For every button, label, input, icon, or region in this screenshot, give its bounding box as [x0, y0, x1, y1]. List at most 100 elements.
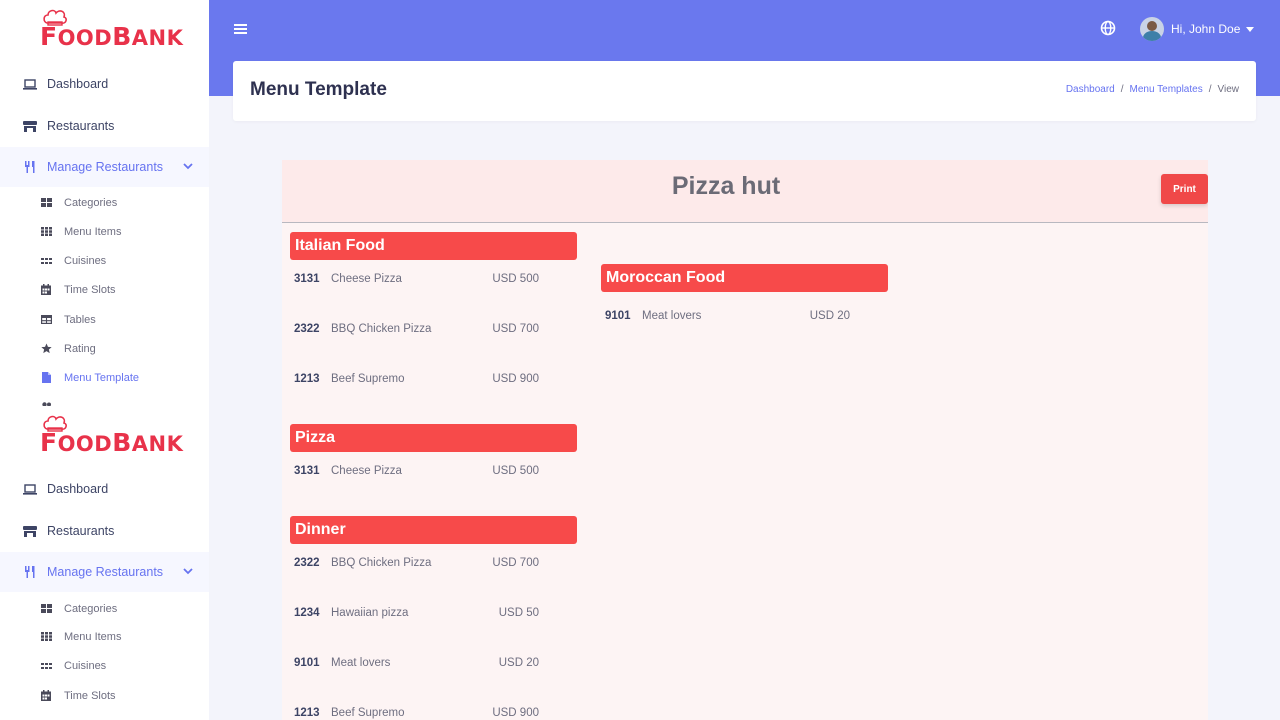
item-price: USD 500 — [492, 465, 539, 477]
sidebar-subitem-time-slots[interactable]: Time Slots — [0, 275, 209, 304]
sidebar-item-dashboard[interactable]: Dashboard — [0, 64, 209, 104]
calendar-icon — [40, 284, 52, 295]
calendar-icon — [40, 690, 52, 701]
sidebar-subitem-label: Tables — [64, 313, 96, 326]
menu-item: 2322 BBQ Chicken Pizza USD 700 — [290, 310, 577, 360]
item-price: USD 700 — [492, 323, 539, 335]
brand-name: FOODBANK — [40, 22, 184, 51]
menu-item: 1213 Beef Supremo USD 900 — [290, 360, 577, 410]
item-price: USD 500 — [492, 273, 539, 285]
hamburger-icon — [234, 24, 247, 34]
store-icon — [22, 525, 38, 537]
sidebar-subitem-label: Menu Template — [64, 371, 140, 384]
menu-item: 9101 Meat lovers USD 20 — [601, 292, 888, 336]
item-code: 9101 — [294, 657, 320, 669]
item-name: Cheese Pizza — [331, 273, 402, 285]
breadcrumb-separator: / — [1120, 84, 1124, 95]
menu-section-italian-food: Italian Food 3131 Cheese Pizza USD 500 2… — [290, 232, 577, 410]
sidebar-subitem-time-slots[interactable]: Time Slots — [0, 681, 209, 710]
utensils-icon — [22, 566, 38, 578]
breadcrumb-separator: / — [1208, 84, 1212, 95]
menu-toggle-button[interactable] — [234, 20, 248, 38]
laptop-icon — [22, 483, 38, 495]
sidebar-item-label: Restaurants — [47, 524, 115, 538]
sidebar-subitem-label: Cuisines — [64, 254, 107, 267]
sidebar-subitem-categories[interactable]: Categories — [0, 188, 209, 217]
menu-item: 1234 Hawaiian pizza USD 50 — [290, 594, 577, 644]
item-code: 3131 — [294, 465, 320, 477]
sidebar-block-duplicate: FOODBANK Dashboard Restaurants Manage Re… — [0, 406, 209, 720]
sidebar-subitem-partial — [0, 392, 209, 406]
breadcrumb-menu-templates[interactable]: Menu Templates — [1130, 84, 1203, 95]
brand-logo[interactable]: FOODBANK — [40, 8, 183, 52]
sidebar-subitem-tables[interactable]: Tables — [0, 305, 209, 334]
restaurant-name: Pizza hut — [671, 172, 781, 200]
language-button[interactable] — [1100, 20, 1116, 41]
sidebar-subitem-menu-template[interactable]: Menu Template — [0, 363, 209, 392]
brand-logo[interactable]: FOODBANK — [40, 414, 183, 458]
chevron-down-icon — [183, 162, 193, 173]
sidebar-item-restaurants[interactable]: Restaurants — [0, 511, 209, 551]
sidebar-subitem-menu-items[interactable]: Menu Items — [0, 622, 209, 651]
sidebar-item-restaurants[interactable]: Restaurants — [0, 106, 209, 146]
menu-section-dinner: Dinner 2322 BBQ Chicken Pizza USD 700 12… — [290, 516, 577, 720]
brand-name: FOODBANK — [40, 428, 184, 457]
th-icon — [40, 632, 52, 641]
item-name: Beef Supremo — [331, 707, 405, 719]
sidebar-item-label: Dashboard — [47, 77, 109, 91]
menu-section-moroccan-food: Moroccan Food 9101 Meat lovers USD 20 — [601, 264, 888, 336]
laptop-icon — [22, 78, 38, 90]
menu-item: 3131 Cheese Pizza USD 500 — [290, 452, 577, 502]
sidebar-subitem-cuisines[interactable]: Cuisines — [0, 651, 209, 680]
sidebar: FOODBANK Dashboard Restaurants Manage Re… — [0, 0, 209, 720]
item-code: 2322 — [294, 557, 320, 569]
sidebar-block: FOODBANK Dashboard Restaurants Manage Re… — [0, 0, 209, 406]
sidebar-subitem-rating[interactable]: Rating — [0, 334, 209, 363]
sidebar-subitem-label: Menu Items — [64, 630, 122, 643]
dots-icon — [40, 662, 52, 669]
item-code: 2322 — [294, 323, 320, 335]
file-icon — [40, 372, 52, 383]
sidebar-item-manage-restaurants[interactable]: Manage Restaurants — [0, 147, 209, 187]
breadcrumb-dashboard[interactable]: Dashboard — [1066, 84, 1115, 95]
print-button[interactable]: Print — [1161, 174, 1208, 204]
sidebar-subitem-label: Menu Items — [64, 225, 122, 238]
th-icon — [40, 227, 52, 236]
item-name: Cheese Pizza — [331, 465, 402, 477]
table-icon — [40, 315, 52, 324]
sidebar-subitem-categories[interactable]: Categories — [0, 594, 209, 623]
user-menu[interactable]: Hi, John Doe — [1140, 17, 1255, 41]
item-price: USD 20 — [498, 657, 539, 669]
item-price: USD 700 — [492, 557, 539, 569]
menu-item: 2322 BBQ Chicken Pizza USD 700 — [290, 544, 577, 594]
sidebar-item-label: Dashboard — [47, 482, 109, 496]
item-code: 9101 — [605, 310, 631, 322]
sidebar-item-manage-restaurants[interactable]: Manage Restaurants — [0, 552, 209, 592]
user-greeting: Hi, John Doe — [1171, 22, 1241, 36]
section-title: Dinner — [290, 516, 577, 544]
item-code: 1213 — [294, 373, 320, 385]
item-name: Meat lovers — [642, 310, 702, 322]
section-title: Moroccan Food — [601, 264, 888, 292]
utensils-icon — [22, 161, 38, 173]
sidebar-item-label: Restaurants — [47, 119, 115, 133]
menu-section-pizza: Pizza 3131 Cheese Pizza USD 500 — [290, 424, 577, 502]
sidebar-subitem-cuisines[interactable]: Cuisines — [0, 246, 209, 275]
item-name: Meat lovers — [331, 657, 391, 669]
star-icon — [40, 343, 52, 354]
section-title: Italian Food — [290, 232, 577, 260]
item-name: BBQ Chicken Pizza — [331, 557, 432, 569]
item-name: Beef Supremo — [331, 373, 405, 385]
menu-card: Pizza hut Print Italian Food 3131 Cheese… — [282, 160, 1208, 720]
menu-header: Pizza hut Print — [282, 160, 1208, 223]
sidebar-subitem-label: Time Slots — [64, 283, 116, 296]
menu-item: 9101 Meat lovers USD 20 — [290, 644, 577, 694]
page-header: Menu Template Dashboard / Menu Templates… — [233, 61, 1256, 121]
item-price: USD 900 — [492, 373, 539, 385]
sidebar-item-dashboard[interactable]: Dashboard — [0, 469, 209, 509]
sidebar-item-label: Manage Restaurants — [47, 160, 164, 174]
item-price: USD 20 — [809, 310, 850, 322]
sidebar-subitem-menu-items[interactable]: Menu Items — [0, 217, 209, 246]
chevron-down-icon — [183, 567, 193, 578]
sidebar-subitem-label: Cuisines — [64, 659, 107, 672]
